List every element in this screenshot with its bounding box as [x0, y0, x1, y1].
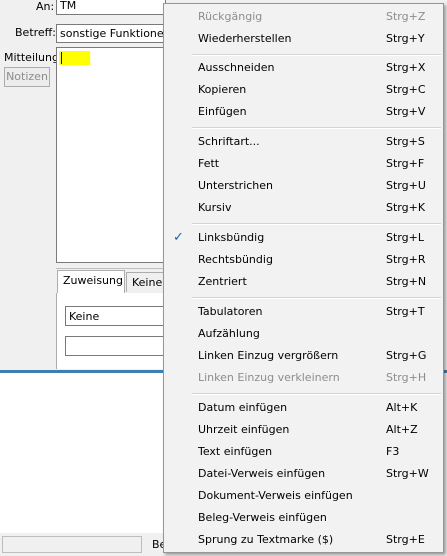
tab-keine[interactable]: Keine F — [126, 272, 166, 292]
menu-item-sprung-textmarke[interactable]: Sprung zu Textmarke ($) Strg+E — [164, 529, 443, 551]
menu-item-shortcut: Strg+Y — [386, 32, 425, 45]
menu-separator — [192, 127, 441, 129]
menu-item-rueckgaengig[interactable]: Rückgängig Strg+Z — [164, 6, 443, 28]
menu-separator — [192, 297, 441, 299]
text-cursor — [61, 52, 62, 64]
menu-item-label: Rechtsbündig — [198, 253, 273, 266]
menu-item-shortcut: Strg+L — [386, 231, 424, 244]
menu-item-label: Datum einfügen — [198, 401, 288, 414]
an-label: An: — [36, 0, 55, 13]
menu-item-label: Zentriert — [198, 275, 247, 288]
menu-item-datum-einfuegen[interactable]: Datum einfügen Alt+K — [164, 397, 443, 419]
menu-item-shortcut: Strg+V — [386, 105, 426, 118]
menu-item-label: Schriftart... — [198, 135, 260, 148]
menu-item-rechtsbuendig[interactable]: Rechtsbündig Strg+R — [164, 249, 443, 271]
zuweisung-select[interactable]: Keine — [65, 306, 166, 326]
betreff-label: Betreff: — [15, 26, 56, 39]
menu-item-label: Unterstrichen — [198, 179, 274, 192]
menu-item-dokument-verweis[interactable]: Dokument-Verweis einfügen — [164, 485, 443, 507]
tab-content — [56, 293, 167, 369]
checkmark-icon: ✓ — [173, 230, 184, 245]
menu-item-shortcut: Strg+W — [386, 467, 429, 480]
menu-item-shortcut: Strg+C — [386, 83, 426, 96]
menu-item-aufzaehlung[interactable]: Aufzählung — [164, 323, 443, 345]
menu-item-label: Aufzählung — [198, 327, 260, 340]
menu-item-label: Datei-Verweis einfügen — [198, 467, 326, 480]
menu-item-shortcut: Alt+K — [386, 401, 418, 414]
menu-item-label: Tabulatoren — [198, 305, 263, 318]
menu-item-label: Dokument-Verweis einfügen — [198, 489, 353, 502]
menu-item-zentriert[interactable]: Zentriert Strg+N — [164, 271, 443, 293]
zuweisung-input[interactable] — [65, 336, 166, 356]
message-editor[interactable] — [56, 47, 166, 263]
betreff-field[interactable]: sonstige Funktionen — [56, 24, 166, 43]
menu-item-shortcut: Strg+Z — [386, 10, 426, 23]
menu-item-shortcut: Strg+H — [386, 371, 427, 384]
text-highlight — [59, 51, 90, 65]
menu-item-einfuegen[interactable]: Einfügen Strg+V — [164, 101, 443, 123]
menu-item-shortcut: F3 — [386, 445, 400, 458]
tab-zuweisung[interactable]: Zuweisung — [57, 270, 125, 293]
menu-item-label: Text einfügen — [198, 445, 273, 458]
menu-item-wiederherstellen[interactable]: Wiederherstellen Strg+Y — [164, 28, 443, 50]
menu-item-label: Rückgängig — [198, 10, 263, 23]
menu-item-uhrzeit-einfuegen[interactable]: Uhrzeit einfügen Alt+Z — [164, 419, 443, 441]
an-field[interactable]: TM — [56, 0, 166, 15]
menu-item-text-einfuegen[interactable]: Text einfügen F3 — [164, 441, 443, 463]
menu-item-ausschneiden[interactable]: Ausschneiden Strg+X — [164, 57, 443, 79]
menu-item-shortcut: Strg+E — [386, 533, 425, 546]
menu-item-shortcut: Strg+K — [386, 201, 426, 214]
menu-item-shortcut: Strg+F — [386, 157, 425, 170]
menu-item-label: Sprung zu Textmarke ($) — [198, 533, 334, 546]
menu-item-label: Kursiv — [198, 201, 232, 214]
menu-item-tabulatoren[interactable]: Tabulatoren Strg+T — [164, 301, 443, 323]
menu-item-label: Kopieren — [198, 83, 247, 96]
status-panel — [2, 536, 142, 553]
menu-item-label: Fett — [198, 157, 220, 170]
lower-list-pane[interactable] — [0, 373, 166, 534]
mitteilung-label: Mitteilung: — [4, 51, 63, 64]
menu-item-shortcut: Strg+N — [386, 275, 427, 288]
menu-item-shortcut: Strg+T — [386, 305, 425, 318]
menu-item-beleg-verweis[interactable]: Beleg-Verweis einfügen — [164, 507, 443, 529]
context-menu: Rückgängig Strg+Z Wiederherstellen Strg+… — [163, 3, 444, 553]
menu-item-shortcut: Strg+G — [386, 349, 427, 362]
menu-separator — [192, 223, 441, 225]
menu-item-label: Linken Einzug verkleinern — [198, 371, 340, 384]
menu-item-shortcut: Alt+Z — [386, 423, 418, 436]
menu-item-datei-verweis[interactable]: Datei-Verweis einfügen Strg+W — [164, 463, 443, 485]
menu-item-einzug-vergroessern[interactable]: Linken Einzug vergrößern Strg+G — [164, 345, 443, 367]
menu-item-schriftart[interactable]: Schriftart... Strg+S — [164, 131, 443, 153]
menu-item-label: Linksbündig — [198, 231, 265, 244]
menu-item-linksbuendig[interactable]: ✓ Linksbündig Strg+L — [164, 227, 443, 249]
menu-item-fett[interactable]: Fett Strg+F — [164, 153, 443, 175]
menu-item-kursiv[interactable]: Kursiv Strg+K — [164, 197, 443, 219]
menu-item-label: Einfügen — [198, 105, 247, 118]
menu-item-unterstrichen[interactable]: Unterstrichen Strg+U — [164, 175, 443, 197]
menu-item-shortcut: Strg+R — [386, 253, 426, 266]
menu-item-label: Uhrzeit einfügen — [198, 423, 290, 436]
menu-item-shortcut: Strg+U — [386, 179, 426, 192]
menu-item-label: Wiederherstellen — [198, 32, 292, 45]
menu-item-shortcut: Strg+X — [386, 61, 426, 74]
menu-item-shortcut: Strg+S — [386, 135, 425, 148]
menu-item-label: Ausschneiden — [198, 61, 275, 74]
notizen-button[interactable]: Notizen — [4, 67, 50, 87]
menu-item-einzug-verkleinern[interactable]: Linken Einzug verkleinern Strg+H — [164, 367, 443, 389]
menu-separator — [192, 54, 441, 56]
menu-separator — [192, 393, 441, 395]
menu-item-label: Beleg-Verweis einfügen — [198, 511, 327, 524]
menu-item-label: Linken Einzug vergrößern — [198, 349, 339, 362]
menu-item-kopieren[interactable]: Kopieren Strg+C — [164, 79, 443, 101]
